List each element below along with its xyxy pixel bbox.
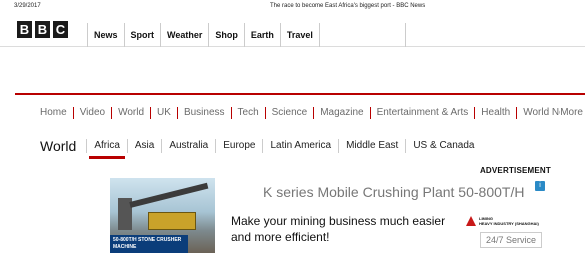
ad-brand-line: HEAVY INDUSTRY (SHANGHAI) [479,221,539,226]
ad-brand: LIMING HEAVY INDUSTRY (SHANGHAI) [466,216,539,226]
section-divider [15,93,585,95]
section-nav-world[interactable]: World [111,107,150,119]
ad-body-text[interactable]: Make your mining business much easier an… [231,213,461,245]
logo-letter-1: B [17,21,32,38]
section-nav-health[interactable]: Health [474,107,516,119]
logo-letter-3: C [53,21,68,38]
section-nav-business[interactable]: Business [176,107,231,119]
print-date: 3/29/2017 [14,3,41,9]
ad-image-caption: 50-800T/H STONE CRUSHER MACHINE [110,235,188,253]
sub-nav-latin-america[interactable]: Latin America [262,139,338,153]
ad-choices-icon[interactable]: i [535,181,545,191]
ad-image-conveyor [129,182,209,208]
brand-logo-icon [466,216,476,226]
sub-nav: World Africa Asia Australia Europe Latin… [40,135,481,159]
masthead: B B C News Sport Weather Shop Earth Trav… [0,17,585,47]
top-nav: News Sport Weather Shop Earth Travel [87,23,406,47]
section-nav-uk[interactable]: UK [150,107,177,119]
sub-nav-europe[interactable]: Europe [215,139,262,153]
ad-image-machine [148,212,196,230]
advertisement-label: ADVERTISEMENT [479,166,551,175]
top-nav-travel[interactable]: Travel [281,23,320,47]
ad-image[interactable]: 50-800T/H STONE CRUSHER MACHINE [110,178,215,253]
section-nav-video[interactable]: Video [72,107,111,119]
top-nav-shop[interactable]: Shop [209,23,245,47]
sub-nav-africa[interactable]: Africa [86,139,127,159]
top-nav-sport[interactable]: Sport [125,23,162,47]
section-nav-entertainment[interactable]: Entertainment & Arts [369,107,475,119]
sub-nav-australia[interactable]: Australia [161,139,215,153]
print-header: 3/29/2017 The race to become East Africa… [0,3,585,13]
sub-nav-us-canada[interactable]: US & Canada [405,139,481,153]
ad-service-button[interactable]: 24/7 Service [480,232,542,248]
section-nav-home[interactable]: Home [40,107,73,119]
print-title: The race to become East Africa's biggest… [270,3,426,9]
sub-nav-asia[interactable]: Asia [126,139,161,153]
section-nav: Home Video World UK Business Tech Scienc… [40,104,585,122]
bbc-logo[interactable]: B B C [17,21,68,38]
section-nav-magazine[interactable]: Magazine [313,107,369,119]
section-nav-more[interactable]: More [560,107,583,118]
section-nav-tech[interactable]: Tech [230,107,265,119]
ad-headline[interactable]: K series Mobile Crushing Plant 50-800T/H [263,184,524,200]
top-nav-weather[interactable]: Weather [161,23,210,47]
ad-brand-text: LIMING HEAVY INDUSTRY (SHANGHAI) [479,216,539,226]
top-nav-spacer [320,23,406,47]
sub-nav-middle-east[interactable]: Middle East [338,139,405,153]
advertisement-banner[interactable]: 50-800T/H STONE CRUSHER MACHINE K series… [110,178,547,253]
top-nav-earth[interactable]: Earth [245,23,281,47]
logo-letter-2: B [35,21,50,38]
section-nav-science[interactable]: Science [264,107,314,119]
sub-nav-heading[interactable]: World [40,138,76,154]
top-nav-news[interactable]: News [88,23,125,47]
